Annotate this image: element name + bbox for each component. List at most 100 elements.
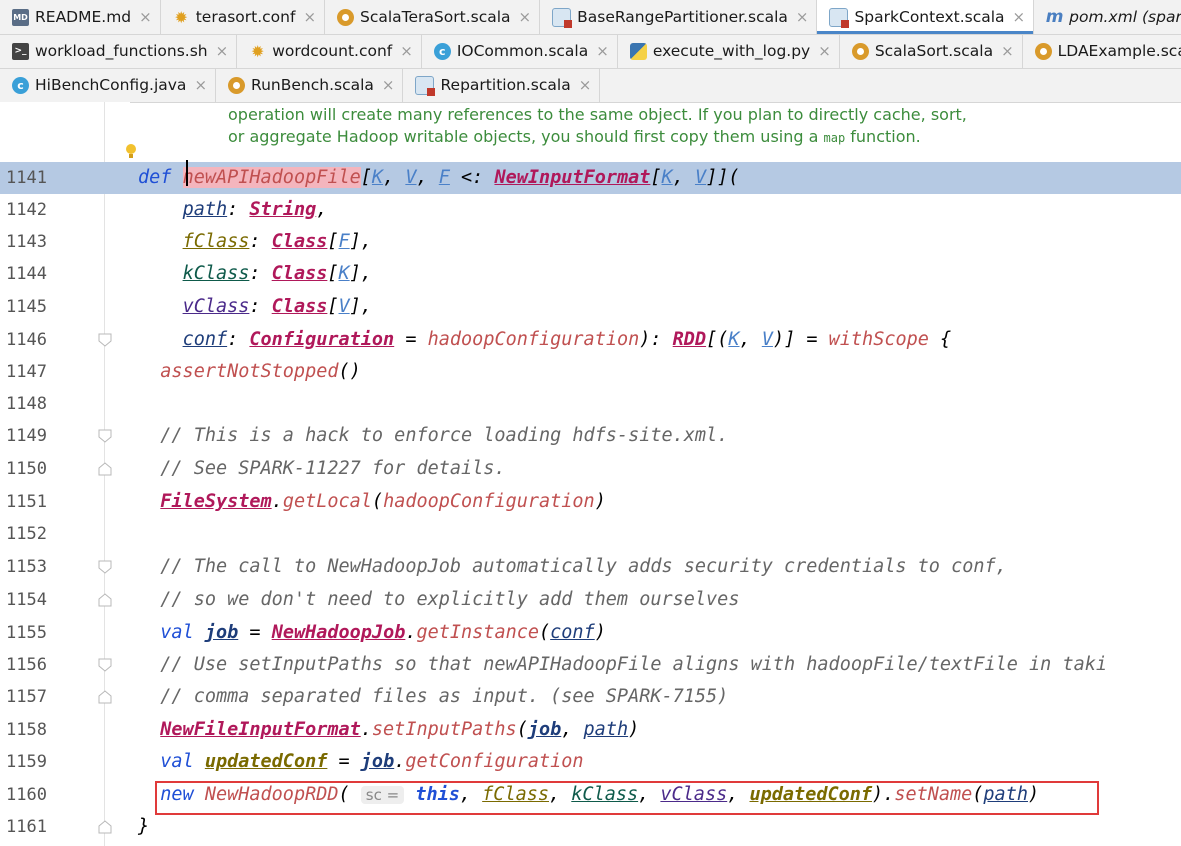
code-line-1149[interactable]: 1149 // This is a hack to enforce loadin… xyxy=(0,420,1181,452)
code-line-1141[interactable]: 1141 def newAPIHadoopFile[K, V, F <: NewI… xyxy=(0,162,1181,194)
type-name: Class xyxy=(271,231,328,252)
tab-scalaterasort-scala[interactable]: ScalaTeraSort.scala × xyxy=(325,0,541,34)
tab-repartition-scala[interactable]: Repartition.scala × xyxy=(403,68,601,102)
code-line-1148[interactable]: 1148 xyxy=(0,388,1181,420)
code-line-1143[interactable]: 1143 fClass: Class[F], xyxy=(0,226,1181,258)
close-icon[interactable]: × xyxy=(796,8,809,26)
line-number: 1142 xyxy=(6,200,47,220)
param-name: conf xyxy=(182,329,228,350)
code-text: // This is a hack to enforce loading hdf… xyxy=(138,420,728,452)
code-line-1145[interactable]: 1145 vClass: Class[V], xyxy=(0,291,1181,323)
line-number: 1143 xyxy=(6,232,47,252)
intention-bulb-icon[interactable] xyxy=(125,143,137,159)
method-call: getInstance xyxy=(416,622,540,643)
code-text: } xyxy=(138,811,149,843)
close-icon[interactable]: × xyxy=(1001,42,1014,60)
code-line-1142[interactable]: 1142 path: String, xyxy=(0,194,1181,226)
doc-comment-line: operation will create many references to… xyxy=(228,105,967,124)
tab-runbench-scala[interactable]: RunBench.scala × xyxy=(216,68,404,102)
line-number: 1146 xyxy=(6,330,47,350)
tab-terasort-conf[interactable]: ✹ terasort.conf × xyxy=(161,0,326,34)
code-line-1158[interactable]: 1158 NewFileInputFormat.setInputPaths(jo… xyxy=(0,714,1181,746)
tab-scalasort-scala[interactable]: ScalaSort.scala × xyxy=(840,34,1023,68)
method-call: withScope xyxy=(828,329,929,350)
line-number: 1154 xyxy=(6,590,47,610)
close-icon[interactable]: × xyxy=(1013,8,1026,26)
code-text: vClass: Class[V], xyxy=(182,296,372,317)
keyword: def xyxy=(138,167,172,188)
close-icon[interactable]: × xyxy=(303,8,316,26)
line-number: 1145 xyxy=(6,297,47,317)
fold-marker-icon[interactable] xyxy=(98,429,112,443)
param-name: kClass xyxy=(182,263,250,284)
comment: // The call to NewHadoopJob automaticall… xyxy=(160,556,1007,577)
fold-marker-icon[interactable] xyxy=(98,333,112,347)
code-line-1153[interactable]: 1153 // The call to NewHadoopJob automat… xyxy=(0,551,1181,583)
tab-hibenchconfig-java[interactable]: HiBenchConfig.java × xyxy=(0,68,217,102)
method-call: assertNotStopped xyxy=(160,361,339,382)
markdown-file-icon: MD xyxy=(12,8,29,26)
code-line-1150[interactable]: 1150 // See SPARK-11227 for details. xyxy=(0,453,1181,485)
python-file-icon xyxy=(629,42,647,60)
tab-sparkcontext-scala[interactable]: SparkContext.scala × xyxy=(817,0,1035,34)
close-icon[interactable]: × xyxy=(194,76,207,94)
type-name: NewFileInputFormat xyxy=(160,719,361,740)
tab-label: BaseRangePartitioner.scala xyxy=(577,8,788,26)
close-icon[interactable]: × xyxy=(818,42,831,60)
text-caret xyxy=(186,160,188,186)
scala-object-icon xyxy=(337,8,355,26)
tab-label: ScalaSort.scala xyxy=(874,42,994,60)
tab-workload-functions-sh[interactable]: >_ workload_functions.sh × xyxy=(0,34,238,68)
shell-script-icon: >_ xyxy=(12,42,29,60)
tab-wordcount-conf[interactable]: ✹ wordcount.conf × xyxy=(237,34,422,68)
fold-end-icon[interactable] xyxy=(98,820,112,834)
fold-end-icon[interactable] xyxy=(98,462,112,476)
code-line-1155[interactable]: 1155 val job = NewHadoopJob.getInstance(… xyxy=(0,617,1181,649)
code-text: // so we don't need to explicitly add th… xyxy=(138,584,739,616)
code-line-1151[interactable]: 1151 FileSystem.getLocal(hadoopConfigura… xyxy=(0,486,1181,518)
tab-iocommon-scala[interactable]: IOCommon.scala × xyxy=(422,34,618,68)
code-line-1161[interactable]: 1161} xyxy=(0,811,1181,843)
local-variable: job xyxy=(360,751,395,772)
tab-row-1: MD README.md × ✹ terasort.conf × ScalaTeraSort… xyxy=(0,0,1181,35)
fold-marker-icon[interactable] xyxy=(98,560,112,574)
line-number: 1159 xyxy=(6,752,47,772)
close-icon[interactable]: × xyxy=(400,42,413,60)
code-text: NewFileInputFormat.setInputPaths(job, pa… xyxy=(160,719,640,740)
code-text: val job = NewHadoopJob.getInstance(conf) xyxy=(160,622,606,643)
tab-readme-md[interactable]: MD README.md × xyxy=(0,0,161,34)
fold-marker-icon[interactable] xyxy=(98,658,112,672)
line-number: 1149 xyxy=(6,426,47,446)
local-variable: updatedConf xyxy=(204,751,328,772)
code-editor[interactable]: operation will create many references to… xyxy=(0,102,1181,846)
tab-baserangepartitioner-scala[interactable]: BaseRangePartitioner.scala × xyxy=(540,0,818,34)
operator: <: xyxy=(461,167,484,188)
type-param: K xyxy=(728,329,740,350)
close-icon[interactable]: × xyxy=(579,76,592,94)
close-icon[interactable]: × xyxy=(596,42,609,60)
code-line-1146[interactable]: 1146 conf: Configuration = hadoopConfigu… xyxy=(0,324,1181,356)
doc-text: function. xyxy=(845,127,921,146)
code-line-1144[interactable]: 1144 kClass: Class[K], xyxy=(0,258,1181,290)
code-line-1154[interactable]: 1154 // so we don't need to explicitly a… xyxy=(0,584,1181,616)
fold-end-icon[interactable] xyxy=(98,690,112,704)
code-line-1157[interactable]: 1157 // comma separated files as input. … xyxy=(0,681,1181,713)
tab-execute-with-log-py[interactable]: execute_with_log.py × xyxy=(618,34,840,68)
tab-ldaexample-scala[interactable]: LDAExample.scala× xyxy=(1023,34,1181,68)
close-icon[interactable]: × xyxy=(382,76,395,94)
maven-file-icon: m xyxy=(1045,7,1064,27)
brace: } xyxy=(138,816,150,837)
code-line-1152[interactable]: 1152 xyxy=(0,518,1181,550)
line-number: 1155 xyxy=(6,623,47,643)
line-number: 1157 xyxy=(6,687,47,707)
type-name: Class xyxy=(271,296,328,317)
close-icon[interactable]: × xyxy=(139,8,152,26)
line-number: 1161 xyxy=(6,817,47,837)
close-icon[interactable]: × xyxy=(216,42,229,60)
code-line-1147[interactable]: 1147 assertNotStopped() xyxy=(0,356,1181,388)
code-line-1159[interactable]: 1159 val updatedConf = job.getConfigurat… xyxy=(0,746,1181,778)
tab-pom-xml[interactable]: m pom.xml (sparkbench) xyxy=(1034,0,1181,34)
code-line-1156[interactable]: 1156 // Use setInputPaths so that newAPI… xyxy=(0,649,1181,681)
close-icon[interactable]: × xyxy=(519,8,532,26)
fold-end-icon[interactable] xyxy=(98,593,112,607)
